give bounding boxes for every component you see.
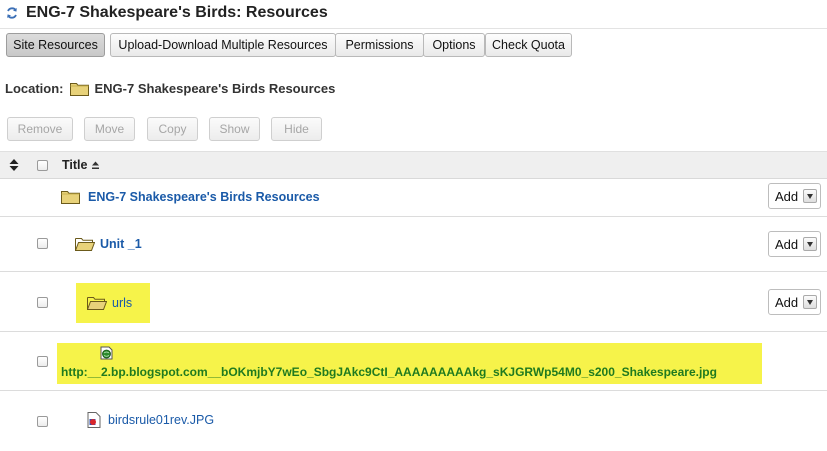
- move-button[interactable]: Move: [84, 117, 135, 141]
- select-all-checkbox[interactable]: [37, 160, 48, 171]
- title-divider: [0, 28, 827, 29]
- folder-link[interactable]: ENG-7 Shakespeare's Birds Resources: [88, 190, 320, 204]
- sort-toggle-icon[interactable]: [9, 159, 19, 171]
- table-row: Unit _1 Add: [0, 217, 827, 272]
- location-label: Location:: [5, 81, 64, 96]
- sort-ascending-icon: [92, 161, 100, 169]
- folder-link[interactable]: urls: [112, 296, 132, 310]
- table-row: ENG-7 Shakespeare's Birds Resources Add: [0, 178, 827, 217]
- row-checkbox[interactable]: [37, 238, 48, 249]
- table-row: urls Add: [0, 272, 827, 332]
- location-breadcrumb: Location: ENG-7 Shakespeare's Birds Reso…: [5, 81, 335, 96]
- chevron-down-icon: [803, 189, 817, 203]
- open-folder-icon: [87, 297, 107, 310]
- table-row: http:__2.bp.blogspot.com__bOKmjbY7wEo_Sb…: [0, 332, 827, 391]
- web-link-icon: [100, 346, 113, 360]
- remove-button[interactable]: Remove: [7, 117, 73, 141]
- refresh-icon[interactable]: [5, 6, 19, 20]
- tab-site-resources[interactable]: Site Resources: [6, 33, 105, 57]
- folder-icon: [69, 83, 89, 96]
- tab-check-quota[interactable]: Check Quota: [485, 33, 572, 57]
- show-button[interactable]: Show: [209, 117, 260, 141]
- add-label: Add: [775, 294, 799, 310]
- tab-permissions[interactable]: Permissions: [335, 33, 424, 57]
- add-label: Add: [775, 188, 799, 204]
- add-dropdown[interactable]: Add: [768, 231, 821, 257]
- folder-icon: [61, 191, 80, 204]
- add-dropdown[interactable]: Add: [768, 289, 821, 315]
- table-row: birdsrule01rev.JPG: [0, 391, 827, 451]
- tab-options[interactable]: Options: [423, 33, 485, 57]
- row-checkbox[interactable]: [37, 416, 48, 427]
- open-folder-icon: [75, 238, 95, 251]
- tab-upload-download[interactable]: Upload-Download Multiple Resources: [110, 33, 336, 57]
- title-column-label: Title: [62, 158, 88, 172]
- copy-button[interactable]: Copy: [147, 117, 198, 141]
- title-bar: ENG-7 Shakespeare's Birds: Resources: [0, 0, 827, 28]
- row-checkbox[interactable]: [37, 356, 48, 367]
- page-title: ENG-7 Shakespeare's Birds: Resources: [26, 4, 328, 21]
- file-link[interactable]: birdsrule01rev.JPG: [108, 413, 214, 427]
- image-file-icon: [87, 412, 101, 428]
- list-header: Title: [0, 151, 827, 179]
- title-column-header[interactable]: Title: [62, 158, 100, 172]
- add-dropdown[interactable]: Add: [768, 183, 821, 209]
- location-path: ENG-7 Shakespeare's Birds Resources: [94, 81, 336, 96]
- url-link[interactable]: http:__2.bp.blogspot.com__bOKmjbY7wEo_Sb…: [61, 365, 717, 379]
- chevron-down-icon: [803, 295, 817, 309]
- add-label: Add: [775, 236, 799, 252]
- hide-button[interactable]: Hide: [271, 117, 322, 141]
- folder-link[interactable]: Unit _1: [100, 237, 142, 251]
- row-checkbox[interactable]: [37, 297, 48, 308]
- chevron-down-icon: [803, 237, 817, 251]
